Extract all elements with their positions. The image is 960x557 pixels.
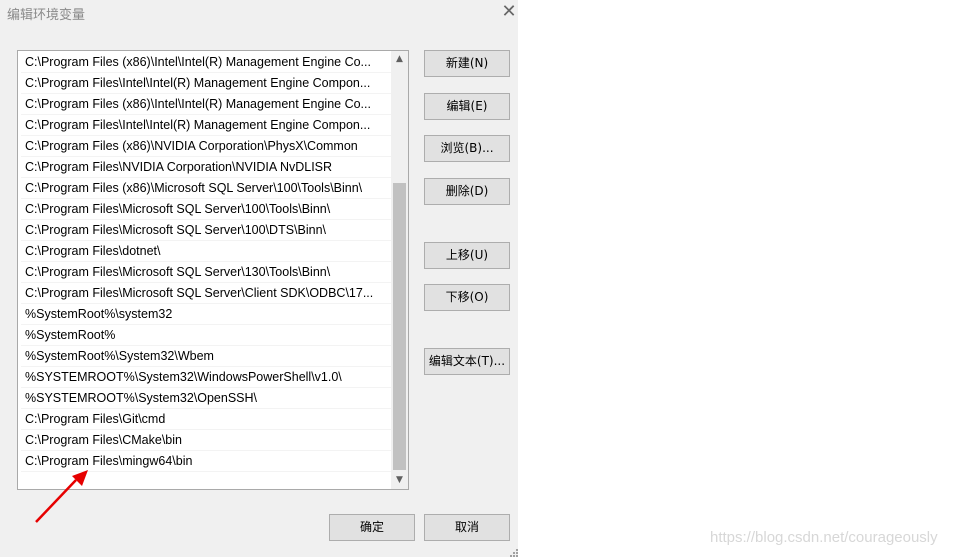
move-up-button[interactable]: 上移(U): [424, 242, 510, 269]
path-list-item[interactable]: %SystemRoot%\system32: [21, 304, 391, 325]
browse-button[interactable]: 浏览(B)...: [424, 135, 510, 162]
path-list-item[interactable]: C:\Program Files\Git\cmd: [21, 409, 391, 430]
close-icon[interactable]: ✕: [496, 0, 522, 26]
path-list-item[interactable]: C:\Program Files\CMake\bin: [21, 430, 391, 451]
path-list-item[interactable]: C:\Program Files\Microsoft SQL Server\10…: [21, 220, 391, 241]
dialog-title: 编辑环境变量: [7, 8, 86, 23]
path-list[interactable]: C:\Program Files (x86)\Intel\Intel(R) Ma…: [17, 50, 409, 490]
watermark: https://blog.csdn.net/courageously: [710, 529, 938, 546]
path-list-item[interactable]: %SystemRoot%\System32\Wbem: [21, 346, 391, 367]
move-down-button[interactable]: 下移(O): [424, 284, 510, 311]
path-list-item[interactable]: %SystemRoot%: [21, 325, 391, 346]
path-list-item[interactable]: C:\Program Files\Intel\Intel(R) Manageme…: [21, 115, 391, 136]
resize-grip-icon[interactable]: [509, 548, 518, 557]
path-list-item[interactable]: C:\Program Files (x86)\Microsoft SQL Ser…: [21, 178, 391, 199]
path-list-item[interactable]: C:\Program Files\Microsoft SQL Server\13…: [21, 262, 391, 283]
edit-environment-variable-dialog: 编辑环境变量 ✕ C:\Program Files (x86)\Intel\In…: [0, 0, 518, 557]
path-list-item[interactable]: %SYSTEMROOT%\System32\OpenSSH\: [21, 388, 391, 409]
path-list-item[interactable]: C:\Program Files (x86)\NVIDIA Corporatio…: [21, 136, 391, 157]
path-list-item[interactable]: C:\Program Files\Microsoft SQL Server\10…: [21, 199, 391, 220]
path-list-item[interactable]: C:\Program Files (x86)\Intel\Intel(R) Ma…: [21, 52, 391, 73]
ok-button[interactable]: 确定: [329, 514, 415, 541]
scroll-down-icon[interactable]: ▼: [391, 472, 408, 489]
scrollbar[interactable]: ▲ ▼: [391, 51, 408, 489]
new-button[interactable]: 新建(N): [424, 50, 510, 77]
edit-button[interactable]: 编辑(E): [424, 93, 510, 120]
delete-button[interactable]: 删除(D): [424, 178, 510, 205]
path-list-item[interactable]: C:\Program Files (x86)\Intel\Intel(R) Ma…: [21, 94, 391, 115]
edit-text-button[interactable]: 编辑文本(T)...: [424, 348, 510, 375]
path-list-item[interactable]: C:\Program Files\dotnet\: [21, 241, 391, 262]
scroll-thumb[interactable]: [393, 183, 406, 470]
cancel-button[interactable]: 取消: [424, 514, 510, 541]
path-list-item[interactable]: C:\Program Files\Intel\Intel(R) Manageme…: [21, 73, 391, 94]
red-arrow-annotation: [35, 470, 88, 523]
path-list-item[interactable]: C:\Program Files\mingw64\bin: [21, 451, 391, 472]
path-list-item[interactable]: C:\Program Files\NVIDIA Corporation\NVID…: [21, 157, 391, 178]
path-list-item[interactable]: C:\Program Files\Microsoft SQL Server\Cl…: [21, 283, 391, 304]
scroll-up-icon[interactable]: ▲: [391, 51, 408, 68]
path-list-item[interactable]: %SYSTEMROOT%\System32\WindowsPowerShell\…: [21, 367, 391, 388]
